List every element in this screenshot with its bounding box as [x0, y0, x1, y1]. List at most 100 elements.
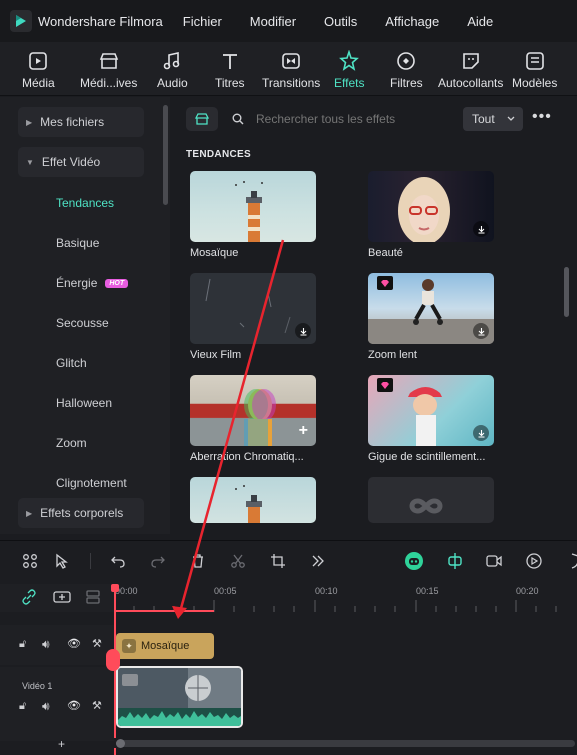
menu-aide[interactable]: Aide	[467, 14, 493, 29]
menu-fichier[interactable]: Fichier	[183, 14, 222, 29]
filter-icon	[397, 52, 416, 70]
effect-clip-label: Mosaïque	[141, 640, 190, 652]
effect-card-gigue[interactable]	[368, 375, 494, 446]
sidebar-item-clignotement[interactable]: Clignotement	[56, 476, 127, 490]
speaker-icon[interactable]: 🔊︎	[42, 699, 50, 714]
undo-icon[interactable]	[108, 551, 128, 571]
effect-label: Gigue de scintillement...	[368, 451, 486, 463]
effect-card-zoom-lent[interactable]	[368, 273, 494, 344]
hot-badge: HOT	[105, 279, 129, 289]
menu-modifier[interactable]: Modifier	[250, 14, 296, 29]
time-ruler[interactable]: 00:00 00:05 00:10 00:15 00:20	[113, 584, 577, 612]
lock-icon[interactable]: 🔓︎	[19, 700, 26, 713]
select-cursor-icon[interactable]	[52, 551, 72, 571]
redo-icon[interactable]	[148, 551, 168, 571]
tab-stock-media-label: Médi...ives	[80, 76, 138, 90]
tab-transitions[interactable]: Transitions	[262, 48, 320, 90]
sidebar-group-effet-video[interactable]: ▼ Effet Vidéo	[18, 147, 144, 177]
tab-titles[interactable]: Titres	[215, 48, 245, 90]
filter-dropdown[interactable]: Tout	[463, 107, 523, 131]
tab-filters[interactable]: Filtres	[390, 48, 423, 90]
tab-audio-label: Audio	[157, 76, 188, 90]
effect-card-beaute[interactable]	[368, 171, 494, 242]
audio-tool-icon[interactable]	[524, 551, 544, 571]
delete-icon[interactable]	[188, 551, 208, 571]
snap-icon[interactable]	[445, 551, 465, 571]
sidebar-item-basique[interactable]: Basique	[56, 236, 99, 250]
playhead-grip[interactable]	[106, 649, 120, 671]
effect-card-loop[interactable]	[368, 477, 494, 523]
sidebar-item-glitch[interactable]: Glitch	[56, 356, 87, 370]
eye-icon[interactable]: 👁︎	[67, 637, 81, 650]
download-icon[interactable]	[473, 221, 489, 237]
effect-card-lighthouse-2[interactable]	[190, 477, 316, 523]
magic-wand-icon[interactable]: ⚒︎	[92, 637, 102, 650]
menu-outils[interactable]: Outils	[324, 14, 357, 29]
record-video-icon[interactable]	[484, 551, 504, 571]
search-input[interactable]	[256, 107, 476, 131]
sidebar-group-label: Effets corporels	[40, 506, 124, 520]
tab-transitions-label: Transitions	[262, 76, 321, 90]
effect-clip-icon: ✦	[122, 639, 136, 653]
toolbar-divider	[90, 553, 91, 569]
magic-wand-icon[interactable]: ⚒︎	[92, 699, 102, 712]
music-icon	[164, 52, 180, 70]
sidebar-item-zoom[interactable]: Zoom	[56, 436, 87, 450]
sidebar-item-label: Énergie	[56, 276, 98, 290]
effect-track-header: 🔓︎ 🔊︎ 👁︎ ⚒︎	[0, 625, 114, 665]
tab-stock-media[interactable]: Médi...ives	[80, 48, 137, 90]
sidebar-scrollbar[interactable]	[163, 105, 168, 205]
add-icon[interactable]: +	[299, 422, 308, 440]
add-track-plus-icon[interactable]: +	[58, 737, 65, 751]
layout-grid-icon[interactable]	[20, 551, 40, 571]
shield-icon[interactable]	[562, 551, 577, 571]
sidebar-item-secousse[interactable]: Secousse	[56, 316, 109, 330]
track-manager-icon[interactable]	[85, 589, 101, 610]
text-icon	[222, 54, 237, 69]
video-clip[interactable]	[116, 666, 243, 728]
tab-templates[interactable]: Modèles	[512, 48, 557, 90]
lock-icon[interactable]: 🔓︎	[19, 638, 26, 651]
effect-card-mosaique[interactable]	[190, 171, 316, 242]
sidebar-group-effets-corporels[interactable]: ▶ Effets corporels	[18, 498, 144, 528]
ai-assistant-icon[interactable]	[404, 551, 424, 571]
download-icon[interactable]	[295, 323, 311, 339]
tab-stickers[interactable]: Autocollants	[438, 48, 503, 90]
tab-effects[interactable]: Effets	[334, 48, 364, 90]
timeline-scroll-thumb[interactable]	[116, 740, 575, 747]
store-button[interactable]	[186, 107, 218, 131]
more-options-icon[interactable]: •••	[532, 108, 552, 126]
more-tools-icon[interactable]	[308, 551, 328, 571]
playhead-handle[interactable]	[111, 584, 119, 592]
menu-affichage[interactable]: Affichage	[385, 14, 439, 29]
effect-clip-mosaique[interactable]: ✦ Mosaïque	[116, 633, 214, 659]
search-icon	[232, 113, 244, 125]
effect-card-vieux-film[interactable]	[190, 273, 316, 344]
tab-media-label: Média	[22, 76, 55, 90]
infinity-icon	[409, 498, 443, 514]
effects-scrollbar[interactable]	[564, 267, 569, 317]
tab-audio[interactable]: Audio	[157, 48, 188, 90]
eye-icon[interactable]: 👁︎	[67, 699, 81, 712]
sidebar-item-energie[interactable]: Énergie HOT	[56, 276, 129, 290]
download-icon[interactable]	[473, 425, 489, 441]
effects-icon	[339, 50, 360, 71]
sidebar-item-halloween[interactable]: Halloween	[56, 396, 112, 410]
tab-media[interactable]: Média	[22, 48, 55, 90]
link-icon[interactable]	[21, 589, 37, 610]
scissors-icon[interactable]	[228, 551, 248, 571]
effect-card-aberration[interactable]: +	[190, 375, 316, 446]
crop-icon[interactable]	[268, 551, 288, 571]
chevron-down-icon: ▼	[26, 157, 34, 167]
effect-label: Beauté	[368, 247, 403, 259]
timeline-scroll-knob[interactable]	[116, 739, 125, 748]
sidebar-item-tendances[interactable]: Tendances	[56, 196, 114, 210]
premium-gem-icon	[377, 378, 393, 392]
speaker-icon[interactable]: 🔊︎	[42, 637, 50, 652]
premium-gem-icon	[377, 276, 393, 290]
download-icon[interactable]	[473, 323, 489, 339]
sidebar-group-mes-fichiers[interactable]: ▶ Mes fichiers	[18, 107, 144, 137]
add-track-icon[interactable]	[53, 589, 71, 610]
ruler-tick-label: 00:20	[516, 586, 539, 596]
tab-stickers-label: Autocollants	[438, 76, 504, 90]
